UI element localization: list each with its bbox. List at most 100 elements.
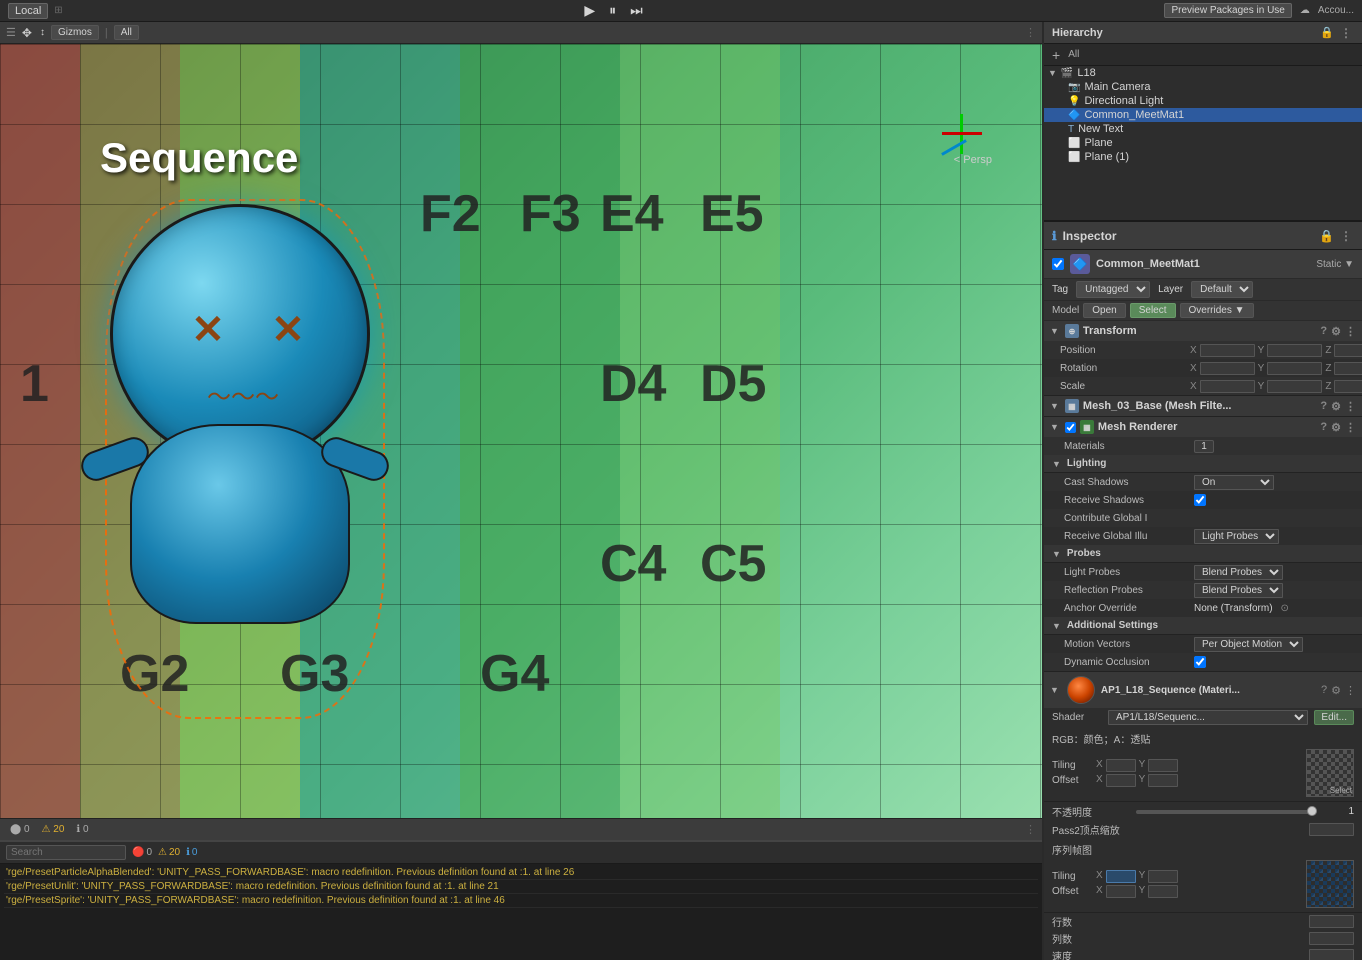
receive-global-dropdown[interactable]: Light Probes — [1194, 529, 1279, 544]
seq-offset-x-input[interactable]: 0 — [1106, 885, 1136, 898]
hierarchy-item-main-camera[interactable]: 📷 Main Camera — [1044, 80, 1362, 94]
cols-input[interactable]: 4 — [1309, 932, 1354, 945]
console-search-input[interactable] — [6, 845, 126, 860]
step-button[interactable]: ⏭ — [626, 2, 647, 19]
opacity-slider[interactable] — [1136, 810, 1315, 814]
light-probes-dropdown[interactable]: Blend Probes — [1194, 565, 1283, 580]
receive-shadows-checkbox[interactable] — [1194, 494, 1206, 506]
scene-options-icon[interactable]: ☰ — [6, 26, 16, 39]
mesh-renderer-settings-icon[interactable]: ⚙ — [1331, 421, 1341, 434]
inspector-dots-icon[interactable]: ⋮ — [1338, 229, 1354, 243]
transform-help-icon[interactable]: ? — [1320, 325, 1327, 338]
anchor-override-pick-icon[interactable]: ⊙ — [1281, 603, 1289, 614]
scale-z[interactable]: 1 — [1334, 380, 1362, 393]
rgb-texture-preview[interactable]: Select — [1306, 749, 1354, 797]
rotation-row: Rotation X 0 Y 0 Z 0 — [1044, 359, 1362, 377]
rotation-x[interactable]: 0 — [1200, 362, 1255, 375]
mesh-filter-header[interactable]: ▼ ▦ Mesh_03_Base (Mesh Filte... ? ⚙ ⋮ — [1044, 396, 1362, 416]
hierarchy-item-plane-1[interactable]: ⬜ Plane (1) — [1044, 150, 1362, 164]
dynamic-occlusion-checkbox[interactable] — [1194, 656, 1206, 668]
rgb-select-btn[interactable]: Select — [1330, 786, 1352, 795]
transform-more-icon[interactable]: ⋮ — [1345, 325, 1356, 338]
mesh-renderer-help-icon[interactable]: ? — [1320, 421, 1327, 434]
opacity-slider-thumb[interactable] — [1307, 806, 1317, 816]
cast-shadows-label: Cast Shadows — [1064, 477, 1194, 488]
layer-dropdown[interactable]: Default — [1191, 281, 1253, 298]
all-button[interactable]: All — [114, 25, 139, 40]
local-button[interactable]: Local — [8, 3, 48, 19]
mesh-renderer-more-icon[interactable]: ⋮ — [1345, 421, 1356, 434]
hierarchy-item-directional-light[interactable]: 💡 Directional Light — [1044, 94, 1362, 108]
speed-input[interactable]: 20 — [1309, 949, 1354, 960]
select-button[interactable]: Select — [1130, 303, 1176, 318]
additional-settings-label[interactable]: ▼ Additional Settings — [1044, 617, 1362, 635]
seq-texture-preview[interactable] — [1306, 860, 1354, 908]
overrides-button[interactable]: Overrides ▼ — [1180, 303, 1254, 318]
scale-y[interactable]: 1 — [1267, 380, 1322, 393]
console-msg-2[interactable]: 'rge/PresetUnlit': 'UNITY_PASS_FORWARDBA… — [4, 880, 1038, 894]
open-button[interactable]: Open — [1083, 303, 1125, 318]
mesh-renderer-header[interactable]: ▼ ▦ Mesh Renderer ? ⚙ ⋮ — [1044, 417, 1362, 437]
position-x[interactable]: 0.55 — [1200, 344, 1255, 357]
error-count: ⬤ 0 — [6, 824, 34, 835]
cast-shadows-dropdown[interactable]: On Off — [1194, 475, 1274, 490]
rotation-z[interactable]: 0 — [1334, 362, 1362, 375]
scale-x[interactable]: 1 — [1200, 380, 1255, 393]
rotation-y[interactable]: 0 — [1267, 362, 1322, 375]
mesh-filter-settings-icon[interactable]: ⚙ — [1331, 400, 1341, 413]
scene-menu-button[interactable]: ⋮ — [1025, 26, 1036, 39]
hierarchy-dots-icon[interactable]: ⋮ — [1338, 26, 1354, 40]
scene-bottom-menu[interactable]: ⋮ — [1025, 823, 1036, 836]
hierarchy-add-button[interactable]: + — [1048, 47, 1064, 63]
hierarchy-item-plane[interactable]: ⬜ Plane — [1044, 136, 1362, 150]
materials-count: 1 — [1194, 440, 1214, 453]
tag-dropdown[interactable]: Untagged — [1076, 281, 1150, 298]
mesh-icon: 🔷 — [1068, 110, 1080, 121]
motion-vectors-dropdown[interactable]: Per Object Motion — [1194, 637, 1303, 652]
play-button[interactable]: ▶ — [580, 2, 599, 19]
offset-y-input[interactable]: 0 — [1148, 774, 1178, 787]
static-dropdown[interactable]: Static ▼ — [1316, 259, 1354, 270]
inspector-lock-icon[interactable]: 🔒 — [1319, 229, 1334, 243]
shader-dropdown[interactable]: AP1/L18/Sequenc... — [1108, 710, 1308, 725]
gizmos-button[interactable]: Gizmos — [51, 25, 99, 40]
material-settings-icon[interactable]: ⚙ — [1331, 684, 1341, 697]
hierarchy-item-common-meetmat1[interactable]: 🔷 Common_MeetMat1 — [1044, 108, 1362, 122]
offset-x-input[interactable]: 0 — [1106, 774, 1136, 787]
tool-mode-icon[interactable]: ↕ — [40, 27, 45, 38]
transform-settings-icons: ? ⚙ ⋮ — [1320, 325, 1356, 338]
material-more-icon[interactable]: ⋮ — [1345, 684, 1356, 697]
seq-offset-y-input[interactable]: 0 — [1148, 885, 1178, 898]
shader-edit-button[interactable]: Edit... — [1314, 710, 1354, 725]
move-tool-icon[interactable]: ✥ — [22, 26, 32, 40]
pass2-input[interactable]: 1.29 — [1309, 823, 1354, 836]
hierarchy-item-l18[interactable]: ▼ 🎬 L18 — [1044, 66, 1362, 80]
position-z[interactable]: -4.325 — [1334, 344, 1362, 357]
tiling-y-input[interactable]: 1 — [1148, 759, 1178, 772]
console-msg-1[interactable]: 'rge/PresetParticleAlphaBlended': 'UNITY… — [4, 866, 1038, 880]
material-help-icon[interactable]: ? — [1321, 684, 1327, 697]
pass2-label: Pass2顶点缩放 — [1052, 822, 1305, 837]
material-buttons: ? ⚙ ⋮ — [1321, 684, 1356, 697]
mesh-filter-more-icon[interactable]: ⋮ — [1345, 400, 1356, 413]
lighting-section-label[interactable]: ▼ Lighting — [1044, 455, 1362, 473]
console-msg-3[interactable]: 'rge/PresetSprite': 'UNITY_PASS_FORWARDB… — [4, 894, 1038, 908]
object-enable-checkbox[interactable] — [1052, 258, 1064, 270]
position-y[interactable]: -1.6221 — [1267, 344, 1322, 357]
transform-header[interactable]: ▼ ⊕ Transform ? ⚙ ⋮ — [1044, 321, 1362, 341]
transform-settings-icon[interactable]: ⚙ — [1331, 325, 1341, 338]
rows-input[interactable]: 3 — [1309, 915, 1354, 928]
hierarchy-item-new-text[interactable]: T New Text — [1044, 122, 1362, 136]
scene-canvas[interactable]: Sequence F2 F3 E4 E5 1 D4 D5 C4 C5 G2 G3 — [0, 44, 1042, 818]
reflection-probes-dropdown[interactable]: Blend Probes — [1194, 583, 1283, 598]
mesh-renderer-enable-checkbox[interactable] — [1065, 422, 1076, 433]
preview-packages-button[interactable]: Preview Packages in Use — [1164, 3, 1291, 18]
seq-tiling-x-input[interactable]: 5.9 — [1106, 870, 1136, 883]
reflection-probes-value: Blend Probes — [1194, 583, 1354, 598]
probes-section-label[interactable]: ▼ Probes — [1044, 545, 1362, 563]
mesh-filter-help-icon[interactable]: ? — [1320, 400, 1327, 413]
seq-tiling-y-input[interactable]: 5 — [1148, 870, 1178, 883]
tiling-x-input[interactable]: 1 — [1106, 759, 1136, 772]
scale-label: Scale — [1060, 381, 1190, 392]
pause-button[interactable]: ⏸ — [605, 2, 620, 19]
